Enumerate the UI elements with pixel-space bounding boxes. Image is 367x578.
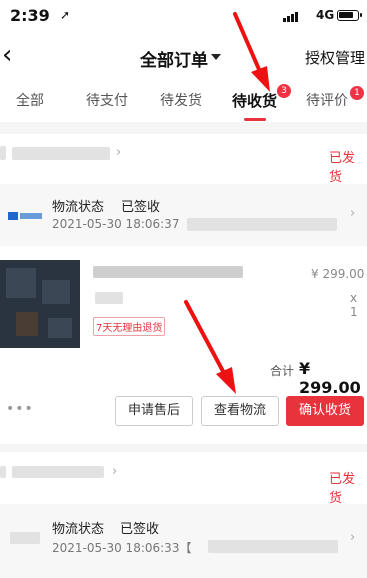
tab-pending-receipt[interactable]: 待收货 xyxy=(232,90,277,111)
more-icon[interactable]: ••• xyxy=(6,401,34,417)
view-logistics-button[interactable]: 查看物流 xyxy=(201,396,279,426)
tab-pending-shipment[interactable]: 待发货 xyxy=(160,90,202,110)
logistics-row[interactable]: 物流状态 已签收 2021-05-30 18:06:33【 › xyxy=(0,504,367,578)
page-title[interactable]: 全部订单 xyxy=(140,46,208,71)
logistics-state: 已签收 xyxy=(121,200,161,215)
battery-icon xyxy=(337,10,362,21)
order-status: 已发货 xyxy=(329,151,356,185)
active-tab-indicator xyxy=(244,118,266,121)
chevron-right-icon[interactable]: › xyxy=(350,530,355,545)
shop-name-blurred[interactable] xyxy=(12,466,104,478)
order-status: 已发货 xyxy=(329,472,356,506)
logistics-title: 物流状态 xyxy=(52,522,105,537)
product-qty: x 1 xyxy=(350,291,358,319)
tab-pending-review-badge: 1 xyxy=(350,86,364,100)
order-list-page: 2:39 ➚ 4G ‹ 全部订单 授权管理 全部 待支付 待发货 待收货 3 待… xyxy=(0,0,367,578)
status-bar: 2:39 ➚ 4G xyxy=(0,0,367,34)
after-sale-button[interactable]: 申请售后 xyxy=(115,396,193,426)
caret-down-icon[interactable] xyxy=(211,54,221,60)
total-value: ¥ 299.00 xyxy=(299,359,361,397)
logistics-row[interactable]: 物流状态 已签收 2021-05-30 18:06:37 › xyxy=(0,184,367,246)
logistics-state: 已签收 xyxy=(120,522,160,537)
return-policy-tag: 7天无理由退货 xyxy=(93,317,166,336)
signal-icon xyxy=(283,12,298,22)
shop-icon-blurred xyxy=(0,146,6,160)
tab-all[interactable]: 全部 xyxy=(16,90,44,110)
logistics-detail-blurred xyxy=(208,540,338,553)
product-title-blurred[interactable] xyxy=(93,266,243,278)
network-label: 4G xyxy=(316,8,335,22)
order-tabs: 全部 待支付 待发货 待收货 3 待评价 1 xyxy=(0,80,367,122)
chevron-left-icon[interactable]: ‹ xyxy=(2,40,12,70)
status-time: 2:39 xyxy=(10,6,50,25)
location-icon: ➚ xyxy=(60,8,71,22)
product-price: ¥ 299.00 xyxy=(311,267,365,281)
chevron-right-icon[interactable]: › xyxy=(112,464,117,479)
nav-bar: ‹ 全部订单 授权管理 xyxy=(0,34,367,80)
logistics-detail-blurred xyxy=(187,218,337,231)
tab-pending-review[interactable]: 待评价 xyxy=(306,90,348,110)
product-image[interactable] xyxy=(0,260,80,348)
order-card: › 已发货 物流状态 已签收 2021-05-30 18:06:33【 › xyxy=(0,452,367,578)
confirm-receipt-button[interactable]: 确认收货 xyxy=(286,396,364,426)
courier-logo xyxy=(8,212,42,220)
tab-pending-receipt-badge: 3 xyxy=(277,84,291,98)
logistics-time: 2021-05-30 18:06:37 xyxy=(52,217,180,231)
product-sku-blurred xyxy=(95,292,123,304)
shop-icon-blurred xyxy=(0,466,6,478)
total-label: 合计 xyxy=(270,364,295,378)
chevron-right-icon[interactable]: › xyxy=(116,145,121,160)
logistics-title: 物流状态 xyxy=(52,200,105,215)
authorization-manage-button[interactable]: 授权管理 xyxy=(305,47,365,68)
chevron-right-icon[interactable]: › xyxy=(350,206,355,221)
shop-name-blurred[interactable] xyxy=(12,147,110,160)
logistics-time: 2021-05-30 18:06:33【 xyxy=(52,541,192,555)
courier-logo xyxy=(10,532,40,544)
order-card: › 已发货 物流状态 已签收 2021-05-30 18:06:37 › ¥ 2… xyxy=(0,134,367,444)
tab-pending-payment[interactable]: 待支付 xyxy=(86,90,128,110)
